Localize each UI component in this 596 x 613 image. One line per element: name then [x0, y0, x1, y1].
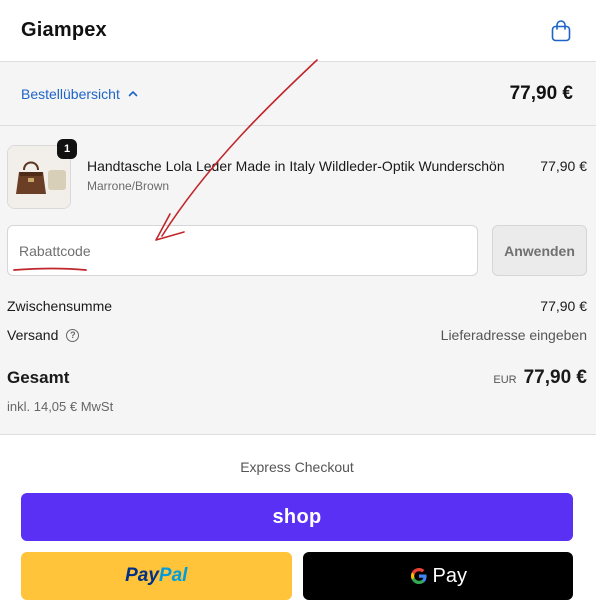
apply-discount-button[interactable]: Anwenden: [492, 225, 587, 276]
question-circle-icon[interactable]: ?: [66, 328, 80, 342]
express-checkout-title: Express Checkout: [240, 459, 354, 475]
line-item-price: 77,90 €: [540, 158, 587, 174]
google-pay-button[interactable]: Pay: [302, 552, 573, 600]
shipping-label-group: Versand ?: [7, 327, 80, 343]
subtotal-row: Zwischensumme 77,90 €: [7, 298, 587, 314]
grand-total-amount: 77,90 €: [523, 367, 587, 388]
paypal-logo-part1: Pay: [125, 565, 159, 586]
subtotal-label: Zwischensumme: [7, 298, 113, 314]
order-summary-toggle[interactable]: Bestellübersicht 77,90 €: [0, 62, 596, 126]
order-summary-toggle-label-group[interactable]: Bestellübersicht: [21, 86, 138, 102]
line-item: 1 Handtasche Lola Leder Made in Italy Wi…: [7, 139, 587, 211]
currency-code: EUR: [493, 374, 517, 386]
order-summary-total: 77,90 €: [509, 82, 573, 104]
subtotal-value: 77,90 €: [540, 298, 587, 314]
google-g-icon: [410, 568, 427, 584]
quantity-badge: 1: [57, 139, 77, 159]
order-summary-body: 1 Handtasche Lola Leder Made in Italy Wi…: [0, 126, 596, 434]
product-title: Handtasche Lola Leder Made in Italy Wild…: [87, 158, 505, 174]
shipping-row: Versand ? Lieferadresse eingeben: [7, 327, 587, 343]
paypal-button[interactable]: Pay Pal: [21, 552, 292, 600]
shop-pay-button[interactable]: shop: [21, 493, 573, 541]
tax-note: inkl. 14,05 € MwSt: [7, 399, 114, 414]
checkout-header: Giampex: [0, 0, 596, 62]
express-checkout-section: Express Checkout shop Pay Pal Pay: [0, 434, 596, 600]
grand-total-value-group: EUR 77,90 €: [493, 367, 587, 389]
grand-total-label: Gesamt: [7, 368, 70, 387]
wallet-buttons-row: Pay Pal Pay: [21, 552, 573, 600]
paypal-logo-part2: Pal: [158, 565, 188, 586]
shipping-label: Versand: [7, 327, 59, 343]
product-variant: Marrone/Brown: [87, 179, 170, 193]
totals-section: Zwischensumme 77,90 € Versand ? Lieferad…: [7, 298, 587, 414]
google-pay-label: Pay: [432, 564, 467, 587]
cart-button[interactable]: [548, 18, 574, 44]
discount-code-input[interactable]: [7, 225, 478, 276]
brand-logo[interactable]: Giampex: [21, 19, 107, 42]
discount-row: Anwenden: [7, 225, 587, 276]
chevron-up-icon: [128, 91, 138, 97]
shipping-value: Lieferadresse eingeben: [440, 327, 587, 343]
order-summary-section: Bestellübersicht 77,90 € 1 Handtasche Lo…: [0, 62, 596, 434]
line-item-info: Handtasche Lola Leder Made in Italy Wild…: [71, 145, 540, 193]
grand-total-row: Gesamt EUR 77,90 €: [7, 367, 587, 389]
shopping-bag-icon: [551, 19, 571, 41]
order-summary-toggle-label[interactable]: Bestellübersicht: [21, 86, 120, 102]
product-thumbnail-wrapper: 1: [7, 139, 77, 209]
